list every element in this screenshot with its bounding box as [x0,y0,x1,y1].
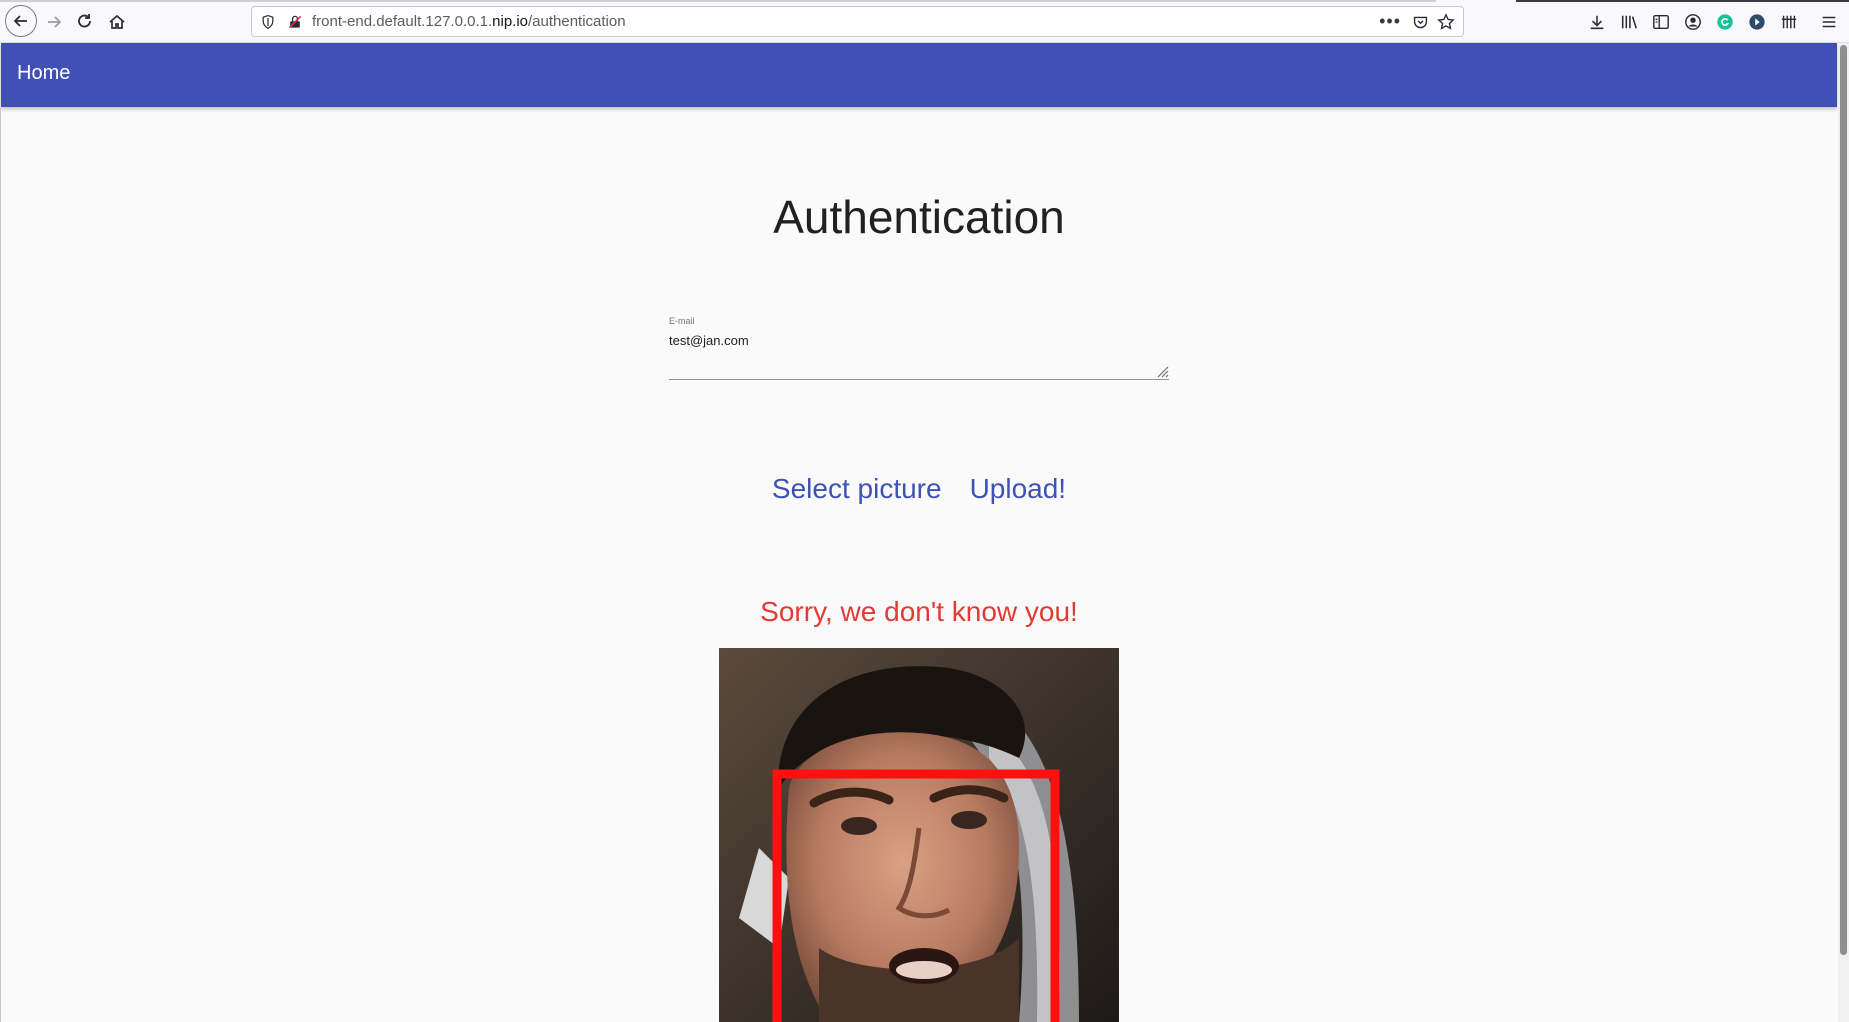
app-bar: Home [1,43,1837,107]
shield-icon[interactable] [258,12,278,32]
reload-button[interactable] [70,7,100,37]
active-tab-indicator [1516,0,1849,2]
email-label: E-mail [669,316,695,326]
upload-button[interactable]: Upload! [970,473,1067,505]
back-button[interactable] [5,5,37,37]
page-title: Authentication [773,191,1065,243]
auth-result-message: Sorry, we don't know you! [760,596,1078,627]
home-browser-button[interactable] [102,7,132,37]
resize-handle-icon[interactable] [1155,364,1169,378]
insecure-lock-icon[interactable] [285,12,305,32]
extension-icon[interactable] [1746,11,1768,33]
page-actions-icon[interactable]: ••• [1379,11,1401,32]
browser-toolbar: front-end.default.127.0.0.1.nip.io/authe… [0,0,1849,43]
forward-arrow-icon [48,16,62,28]
menu-icon[interactable] [1818,11,1840,33]
extension-bars-icon[interactable] [1778,11,1800,33]
home-icon [109,14,125,29]
email-underline [669,379,1169,380]
bookmark-star-icon[interactable] [1435,11,1457,33]
pocket-icon[interactable] [1410,12,1430,32]
picture-actions: Select picture Upload! [0,473,1838,505]
library-icon[interactable] [1618,11,1640,33]
scrollbar-thumb[interactable] [1840,45,1847,955]
forward-button[interactable] [39,7,69,37]
back-arrow-icon [13,15,27,27]
account-icon[interactable] [1682,11,1704,33]
home-link[interactable]: Home [17,62,70,85]
sidebar-icon[interactable] [1650,11,1672,33]
page-left-border [0,107,1,1022]
reload-icon [78,14,91,28]
download-icon[interactable] [1586,11,1608,33]
url-text: front-end.default.127.0.0.1.nip.io/authe… [312,13,626,30]
email-field[interactable]: E-mail test@jan.com [669,313,1169,380]
select-picture-button[interactable]: Select picture [772,473,942,505]
email-input[interactable]: test@jan.com [669,333,749,348]
url-bar[interactable]: front-end.default.127.0.0.1.nip.io/authe… [251,6,1464,37]
tab-strip [0,0,1436,2]
grammarly-icon[interactable] [1714,11,1736,33]
uploaded-face-image [719,648,1119,1022]
